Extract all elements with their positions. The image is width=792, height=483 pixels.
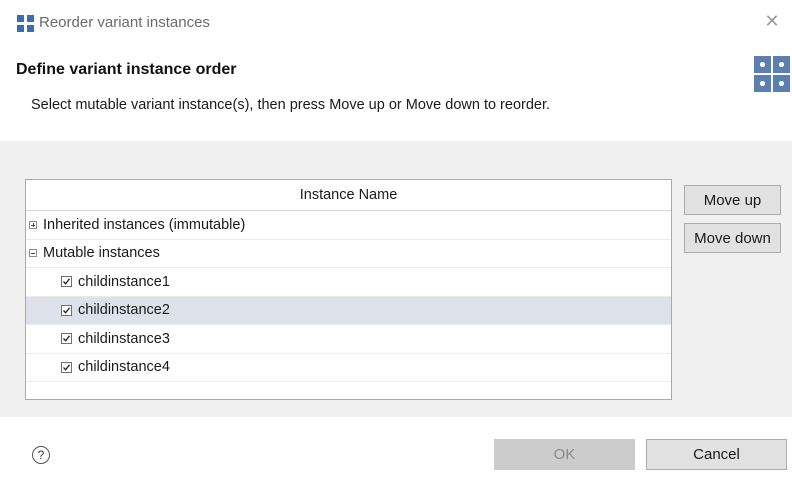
grid-icon <box>17 15 34 32</box>
expand-icon[interactable] <box>29 220 37 229</box>
column-header-instance-name[interactable]: Instance Name <box>26 180 671 211</box>
move-up-button[interactable]: Move up <box>684 185 781 215</box>
tree-row-inherited[interactable]: Inherited instances (immutable) <box>26 211 671 240</box>
tree-row-childinstance3[interactable]: childinstance3 <box>26 325 671 354</box>
content-area: Instance Name Inherited instances (immut… <box>0 141 792 417</box>
tree-row-childinstance1[interactable]: childinstance1 <box>26 268 671 297</box>
checkbox-icon[interactable] <box>61 333 72 345</box>
help-icon[interactable]: ? <box>32 446 50 464</box>
row-label: childinstance4 <box>78 359 170 376</box>
instance-table: Instance Name Inherited instances (immut… <box>25 179 672 400</box>
dialog-footer: ? OK Cancel <box>0 417 792 483</box>
row-label: childinstance1 <box>78 273 170 290</box>
collapse-icon[interactable] <box>29 249 37 258</box>
tree-row-childinstance2[interactable]: childinstance2 <box>26 296 671 325</box>
tree-row-childinstance4[interactable]: childinstance4 <box>26 354 671 382</box>
wizard-grid-icon <box>754 56 790 92</box>
page-title: Define variant instance order <box>16 61 237 78</box>
window-title: Reorder variant instances <box>39 14 210 31</box>
cancel-button[interactable]: Cancel <box>646 439 787 470</box>
checkbox-icon[interactable] <box>61 361 72 373</box>
row-label: Mutable instances <box>43 245 160 262</box>
row-label: Inherited instances (immutable) <box>43 216 246 233</box>
row-label: childinstance3 <box>78 330 170 347</box>
checkbox-icon[interactable] <box>61 276 72 288</box>
close-icon: ✕ <box>764 11 780 31</box>
page-description: Select mutable variant instance(s), then… <box>31 97 551 113</box>
tree-row-mutable[interactable]: Mutable instances <box>26 240 671 268</box>
title-bar: Reorder variant instances ✕ <box>0 0 792 46</box>
move-down-button[interactable]: Move down <box>684 223 781 253</box>
row-label: childinstance2 <box>78 302 170 319</box>
ok-button[interactable]: OK <box>494 439 635 470</box>
checkbox-icon[interactable] <box>61 304 72 316</box>
close-button[interactable]: ✕ <box>762 11 782 31</box>
